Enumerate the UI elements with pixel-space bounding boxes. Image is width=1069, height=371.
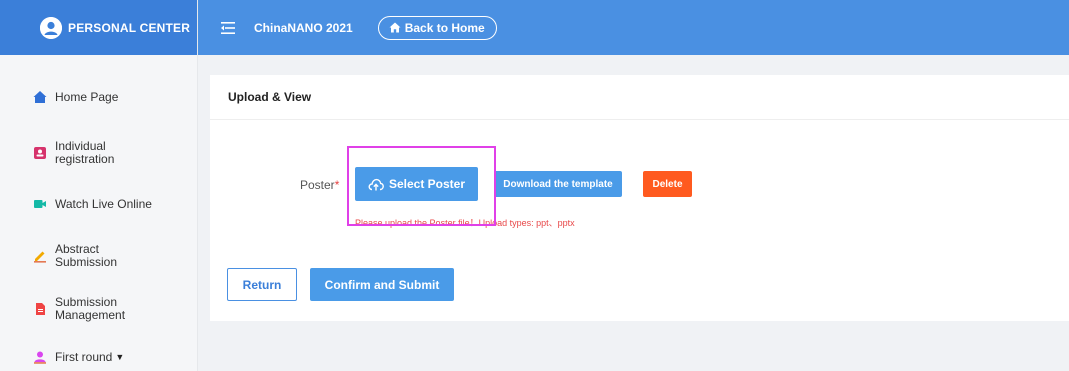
sidebar-item-home-page[interactable]: Home Page [0, 90, 198, 104]
sidebar-item-label: Abstract Submission [55, 242, 118, 269]
sidebar-item-watch-live-online[interactable]: Watch Live Online [0, 197, 198, 211]
caret-down-icon[interactable]: ▼ [115, 351, 124, 364]
poster-field-label: Poster* [300, 178, 339, 192]
brand-title: PERSONAL CENTER [68, 20, 191, 35]
card-title: Upload & View [228, 90, 312, 104]
user-icon [33, 350, 47, 364]
back-to-home-button[interactable]: Back to Home [377, 15, 497, 40]
document-icon [33, 302, 47, 316]
conference-title: ChinaNANO 2021 [254, 20, 353, 35]
sidebar-brand[interactable]: PERSONAL CENTER [0, 0, 197, 55]
menu-toggle-icon[interactable] [221, 21, 235, 35]
return-button[interactable]: Return [227, 268, 297, 301]
download-template-button[interactable]: Download the template [494, 171, 622, 197]
select-poster-button[interactable]: Select Poster [355, 167, 478, 201]
upload-card: Upload & View Poster* Select Poster Down… [210, 75, 1069, 321]
sidebar-item-individual-registration[interactable]: Individual registration [0, 140, 198, 166]
delete-button[interactable]: Delete [643, 171, 692, 197]
upload-hint-text: Please upload the Poster file！Upload typ… [355, 218, 575, 228]
avatar-icon [40, 16, 62, 39]
home-icon [389, 22, 401, 33]
confirm-submit-button[interactable]: Confirm and Submit [310, 268, 454, 301]
sidebar-item-label: Home Page [55, 89, 119, 104]
back-to-home-label: Back to Home [404, 20, 485, 35]
poster-label-text: Poster [300, 178, 335, 192]
sidebar: PERSONAL CENTER Home Page Individual reg… [0, 0, 198, 371]
video-camera-icon [33, 197, 47, 211]
id-card-icon [33, 146, 47, 160]
select-poster-label: Select Poster [388, 177, 466, 191]
pen-icon [33, 249, 47, 263]
home-icon [33, 90, 47, 104]
required-mark: * [334, 178, 340, 192]
card-header: Upload & View [210, 75, 1069, 120]
sidebar-item-label: First round [55, 349, 113, 364]
sidebar-item-submission-management[interactable]: Submission Management [0, 296, 198, 322]
sidebar-item-label: Watch Live Online [55, 196, 152, 211]
cloud-upload-icon [368, 178, 384, 191]
sidebar-item-label: Individual registration [55, 139, 115, 166]
sidebar-item-abstract-submission[interactable]: Abstract Submission [0, 243, 198, 269]
sidebar-item-label: Submission Management [55, 295, 126, 322]
top-bar: ChinaNANO 2021 Back to Home [198, 0, 1069, 55]
sidebar-item-first-round[interactable]: First round ▼ [0, 350, 198, 364]
